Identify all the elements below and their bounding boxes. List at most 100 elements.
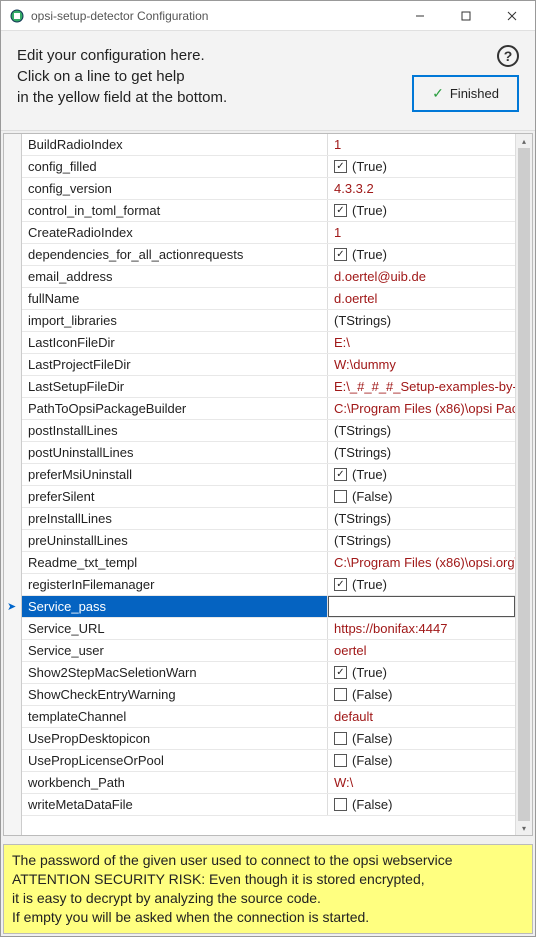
- config-row[interactable]: PathToOpsiPackageBuilderC:\Program Files…: [22, 398, 515, 420]
- config-row[interactable]: fullNamed.oertel: [22, 288, 515, 310]
- scroll-down-arrow[interactable]: ▾: [516, 821, 532, 835]
- checkbox-icon[interactable]: [334, 490, 347, 503]
- scroll-up-arrow[interactable]: ▴: [516, 134, 532, 148]
- config-value[interactable]: 1: [328, 222, 515, 243]
- checkbox-icon[interactable]: ✓: [334, 468, 347, 481]
- config-value[interactable]: W:\: [328, 772, 515, 793]
- config-value[interactable]: 4.3.3.2: [328, 178, 515, 199]
- config-value[interactable]: default: [328, 706, 515, 727]
- config-row[interactable]: Readme_txt_templC:\Program Files (x86)\o…: [22, 552, 515, 574]
- config-row[interactable]: Service_pass: [22, 596, 515, 618]
- config-row[interactable]: dependencies_for_all_actionrequests✓(Tru…: [22, 244, 515, 266]
- checkbox-icon[interactable]: ✓: [334, 666, 347, 679]
- config-row[interactable]: Service_useroertel: [22, 640, 515, 662]
- config-key: templateChannel: [22, 706, 328, 727]
- config-key: preferMsiUninstall: [22, 464, 328, 485]
- config-value[interactable]: d.oertel@uib.de: [328, 266, 515, 287]
- config-value[interactable]: (False): [328, 486, 515, 507]
- config-row[interactable]: postInstallLines(TStrings): [22, 420, 515, 442]
- config-value[interactable]: (False): [328, 794, 515, 815]
- config-value[interactable]: E:\_#_#_#_Setup-examples-by-installer\: [328, 376, 515, 397]
- maximize-button[interactable]: [443, 1, 489, 31]
- config-row[interactable]: LastProjectFileDirW:\dummy: [22, 354, 515, 376]
- config-row[interactable]: LastIconFileDirE:\: [22, 332, 515, 354]
- config-value[interactable]: (False): [328, 750, 515, 771]
- config-value[interactable]: C:\Program Files (x86)\opsi PackageBuil: [328, 398, 515, 419]
- config-key: LastIconFileDir: [22, 332, 328, 353]
- checkbox-icon[interactable]: ✓: [334, 204, 347, 217]
- config-row[interactable]: preUninstallLines(TStrings): [22, 530, 515, 552]
- config-value[interactable]: C:\Program Files (x86)\opsi.org\opsi-set: [328, 552, 515, 573]
- config-row[interactable]: config_filled ✓ (True): [22, 156, 515, 178]
- config-row[interactable]: Show2StepMacSeletionWarn✓(True): [22, 662, 515, 684]
- config-value[interactable]: ✓(True): [328, 200, 515, 221]
- config-value-text: (False): [352, 797, 392, 812]
- config-value[interactable]: ✓ (True): [328, 156, 515, 177]
- config-value-text: (False): [352, 687, 392, 702]
- config-value[interactable]: (False): [328, 728, 515, 749]
- config-row[interactable]: registerInFilemanager✓(True): [22, 574, 515, 596]
- checkbox-icon[interactable]: [334, 798, 347, 811]
- config-row[interactable]: workbench_PathW:\: [22, 772, 515, 794]
- config-value[interactable]: [328, 596, 515, 617]
- grid-scrollbar[interactable]: ▴ ▾: [515, 134, 532, 835]
- config-value[interactable]: ✓(True): [328, 574, 515, 595]
- config-key: control_in_toml_format: [22, 200, 328, 221]
- config-value[interactable]: ✓(True): [328, 464, 515, 485]
- config-value[interactable]: 1: [328, 134, 515, 155]
- config-row[interactable]: ShowCheckEntryWarning(False): [22, 684, 515, 706]
- config-row[interactable]: import_libraries(TStrings): [22, 310, 515, 332]
- config-key: workbench_Path: [22, 772, 328, 793]
- config-row[interactable]: postUninstallLines(TStrings): [22, 442, 515, 464]
- config-value[interactable]: (TStrings): [328, 530, 515, 551]
- config-key: postUninstallLines: [22, 442, 328, 463]
- config-value[interactable]: E:\: [328, 332, 515, 353]
- grid-gutter: ➤: [4, 134, 22, 835]
- config-value[interactable]: W:\dummy: [328, 354, 515, 375]
- config-value[interactable]: (TStrings): [328, 310, 515, 331]
- config-value[interactable]: (TStrings): [328, 442, 515, 463]
- checkbox-icon[interactable]: [334, 688, 347, 701]
- config-value[interactable]: d.oertel: [328, 288, 515, 309]
- checkbox-icon[interactable]: ✓: [334, 160, 347, 173]
- config-value[interactable]: ✓(True): [328, 244, 515, 265]
- checkbox-icon[interactable]: ✓: [334, 578, 347, 591]
- config-row[interactable]: email_addressd.oertel@uib.de: [22, 266, 515, 288]
- config-value[interactable]: ✓(True): [328, 662, 515, 683]
- config-value[interactable]: (TStrings): [328, 420, 515, 441]
- config-row[interactable]: config_version4.3.3.2: [22, 178, 515, 200]
- config-row[interactable]: preferMsiUninstall✓(True): [22, 464, 515, 486]
- config-row[interactable]: control_in_toml_format✓(True): [22, 200, 515, 222]
- config-row[interactable]: preferSilent (False): [22, 486, 515, 508]
- config-row[interactable]: UsePropLicenseOrPool(False): [22, 750, 515, 772]
- checkbox-icon[interactable]: [334, 732, 347, 745]
- checkbox-icon[interactable]: [334, 754, 347, 767]
- help-icon[interactable]: ?: [497, 45, 519, 67]
- config-key: preferSilent: [22, 486, 328, 507]
- config-row[interactable]: LastSetupFileDirE:\_#_#_#_Setup-examples…: [22, 376, 515, 398]
- config-value-text: (False): [352, 489, 392, 504]
- config-value[interactable]: (TStrings): [328, 508, 515, 529]
- config-row[interactable]: BuildRadioIndex1: [22, 134, 515, 156]
- config-row[interactable]: UsePropDesktopicon(False): [22, 728, 515, 750]
- grid-body[interactable]: BuildRadioIndex1config_filled✓(True)conf…: [22, 134, 515, 835]
- header-instructions: Edit your configuration here. Click on a…: [17, 45, 227, 108]
- checkbox-icon[interactable]: ✓: [334, 248, 347, 261]
- config-value[interactable]: oertel: [328, 640, 515, 661]
- config-key: config_filled: [22, 156, 328, 177]
- config-value[interactable]: https://bonifax:4447: [328, 618, 515, 639]
- close-button[interactable]: [489, 1, 535, 31]
- config-value-text: (True): [352, 159, 387, 174]
- minimize-button[interactable]: [397, 1, 443, 31]
- config-key: PathToOpsiPackageBuilder: [22, 398, 328, 419]
- finished-button[interactable]: ✓ Finished: [412, 75, 519, 112]
- scroll-thumb[interactable]: [518, 148, 530, 821]
- config-row[interactable]: templateChanneldefault: [22, 706, 515, 728]
- config-row[interactable]: CreateRadioIndex1: [22, 222, 515, 244]
- config-key: LastProjectFileDir: [22, 354, 328, 375]
- config-row[interactable]: preInstallLines(TStrings): [22, 508, 515, 530]
- config-row[interactable]: Service_URLhttps://bonifax:4447: [22, 618, 515, 640]
- config-key: BuildRadioIndex: [22, 134, 328, 155]
- config-row[interactable]: writeMetaDataFile(False): [22, 794, 515, 816]
- config-value[interactable]: (False): [328, 684, 515, 705]
